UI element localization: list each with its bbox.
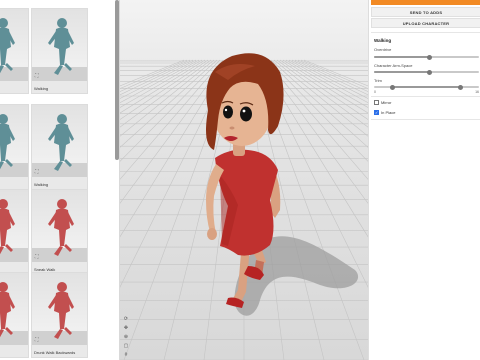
settings-panel: SEND TO ADDS UPLOAD CHARACTER Walking Ov… [368, 0, 480, 360]
clip-icon: ⛶ [35, 169, 39, 175]
upload-character-button[interactable]: UPLOAD CHARACTER [371, 18, 480, 28]
clip-icon: ⛶ [35, 337, 39, 343]
zoom-icon[interactable]: ⊕ [123, 334, 129, 341]
animation-card[interactable]: ⛶ [0, 104, 29, 190]
character-model [206, 53, 359, 316]
pan-icon[interactable]: ✥ [123, 325, 129, 332]
divider [371, 96, 480, 97]
animation-card-label: Drunk Walk Backwards [34, 350, 76, 355]
animation-title: Walking [374, 38, 392, 43]
mirror-checkbox[interactable]: Mirror [374, 100, 391, 105]
divider [371, 119, 480, 120]
animation-card[interactable]: ⛶ Sneak Walk [31, 189, 88, 275]
grid-icon[interactable]: # [123, 352, 129, 359]
checkbox-box[interactable] [374, 100, 379, 105]
viewport-toolbar: ⟳✥⊕▢#◎ [123, 316, 129, 360]
animation-thumbnail [32, 9, 87, 81]
animation-thumbnail [0, 190, 28, 262]
animation-card-label: Walking [34, 86, 49, 91]
in-place-checkbox[interactable]: ✓ In Place [374, 110, 395, 115]
animation-card[interactable]: ⛶ Drunk Walk Backwards [31, 272, 88, 358]
clip-icon: ⛶ [35, 254, 39, 260]
clip-icon: ⛶ [35, 73, 39, 79]
overdrive-slider[interactable] [374, 54, 479, 60]
animation-thumbnail [0, 105, 28, 177]
animation-card[interactable]: ⛶ Walking [31, 8, 88, 94]
animation-card[interactable]: ⛶ [0, 272, 29, 358]
download-button[interactable] [371, 0, 480, 5]
animation-thumbnail [32, 105, 87, 177]
slider-knob[interactable] [427, 54, 433, 60]
trim-min: 0 [374, 90, 376, 94]
animation-library: ⛶⛶Walking⛶⛶Walking⛶⛶Sneak Walk⛶⛶Drunk Wa… [0, 0, 120, 360]
divider [371, 32, 480, 33]
3d-viewport[interactable]: ⟳✥⊕▢#◎ [120, 0, 368, 360]
app-window: ⛶⛶Walking⛶⛶Walking⛶⛶Sneak Walk⛶⛶Drunk Wa… [0, 0, 480, 360]
rotate-icon[interactable]: ⟳ [123, 316, 129, 323]
animation-card[interactable]: ⛶ [0, 8, 29, 94]
send-to-adds-button[interactable]: SEND TO ADDS [371, 7, 480, 17]
library-scrollbar[interactable] [115, 0, 119, 160]
in-place-label: In Place [381, 110, 396, 115]
animation-thumbnail [0, 273, 28, 345]
trim-end-knob[interactable] [457, 84, 463, 90]
animation-card-label: Walking [34, 182, 49, 187]
animation-thumbnail [0, 9, 28, 81]
arm-space-slider[interactable] [374, 69, 479, 75]
overdrive-label: Overdrive [374, 47, 392, 52]
slider-knob[interactable] [427, 69, 433, 75]
trim-label: Trim [374, 78, 382, 83]
trim-start-knob[interactable] [390, 84, 396, 90]
checkmark-icon[interactable]: ✓ [374, 110, 379, 115]
animation-thumbnail [32, 190, 87, 262]
animation-thumbnail [32, 273, 87, 345]
trim-slider[interactable] [374, 84, 479, 90]
animation-card[interactable]: ⛶ [0, 189, 29, 275]
arm-space-label: Character Arm-Space [374, 63, 413, 68]
trim-max: 16 [475, 90, 479, 94]
frame-icon[interactable]: ▢ [123, 343, 129, 350]
animation-card[interactable]: ⛶ Walking [31, 104, 88, 190]
mirror-label: Mirror [381, 100, 392, 105]
